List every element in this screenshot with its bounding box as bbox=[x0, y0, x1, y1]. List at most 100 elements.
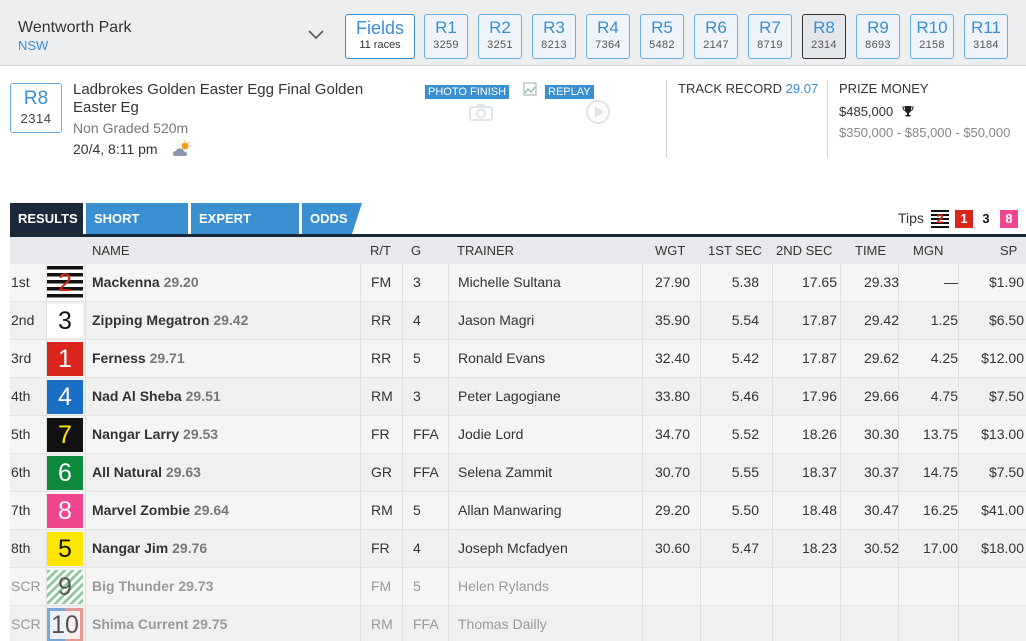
col-trainer[interactable]: TRAINER bbox=[457, 243, 514, 258]
table-row[interactable]: 4th 4 Nad Al Sheba 29.51 RM 3 Peter Lagogiane… bbox=[10, 378, 1026, 416]
runner-name[interactable]: Nangar Jim 29.76 bbox=[92, 540, 207, 556]
tab-odds[interactable]: ODDS bbox=[302, 203, 352, 234]
runner-name[interactable]: Big Thunder 29.73 bbox=[92, 578, 213, 594]
dog-name[interactable]: All Natural bbox=[92, 464, 162, 480]
runner-name[interactable]: Mackenna 29.20 bbox=[92, 274, 199, 290]
tab-results[interactable]: RESULTS bbox=[10, 203, 83, 234]
runner-name[interactable]: All Natural 29.63 bbox=[92, 464, 201, 480]
runner-weight: 27.90 bbox=[654, 274, 690, 290]
runner-name[interactable]: Nangar Larry 29.53 bbox=[92, 426, 218, 442]
runner-rt: FM bbox=[371, 274, 392, 290]
runner-trainer: Jason Magri bbox=[458, 312, 535, 328]
race-button-r3[interactable]: R3 8213 bbox=[532, 14, 576, 59]
tab-short-form[interactable]: SHORT FORM bbox=[86, 203, 188, 257]
col-rt[interactable]: R/T bbox=[370, 243, 391, 258]
table-row[interactable]: 7th 8 Marvel Zombie 29.64 RM 5 Allan Manwarin… bbox=[10, 492, 1026, 530]
table-row[interactable]: 1st 2 Mackenna 29.20 FM 3 Michelle Sultana 27.… bbox=[10, 264, 1026, 302]
col-name[interactable]: NAME bbox=[92, 243, 130, 258]
table-row[interactable]: SCR 9 Big Thunder 29.73 FM 5 Helen Rylands bbox=[10, 568, 1026, 606]
runner-trainer: Selena Zammit bbox=[458, 464, 553, 480]
dog-name[interactable]: Nangar Jim bbox=[92, 540, 168, 556]
runner-second-sec: 17.65 bbox=[801, 274, 837, 290]
race-button-r10[interactable]: R10 2158 bbox=[910, 14, 954, 59]
race-button-r2[interactable]: R2 3251 bbox=[478, 14, 522, 59]
runner-place: 1st bbox=[11, 274, 30, 290]
venue-selector[interactable]: Wentworth Park NSW bbox=[10, 10, 332, 58]
photo-finish-button[interactable]: PHOTO FINISH bbox=[425, 85, 510, 99]
column-divider bbox=[85, 530, 86, 568]
dog-name[interactable]: Nad Al Sheba bbox=[92, 388, 182, 404]
race-button-r1[interactable]: R1 3259 bbox=[424, 14, 468, 59]
play-icon[interactable] bbox=[585, 99, 611, 128]
runner-grade: 5 bbox=[413, 350, 421, 366]
runner-time: 30.30 bbox=[863, 426, 899, 442]
runner-second-sec: 18.48 bbox=[801, 502, 837, 518]
column-divider bbox=[958, 264, 959, 302]
col-wgt[interactable]: WGT bbox=[655, 243, 685, 258]
dog-name[interactable]: Big Thunder bbox=[92, 578, 174, 594]
table-row[interactable]: 2nd 3 Zipping Megatron 29.42 RR 4 Jason Magri… bbox=[10, 302, 1026, 340]
dog-name[interactable]: Shima Current bbox=[92, 616, 188, 632]
runner-name[interactable]: Zipping Megatron 29.42 bbox=[92, 312, 248, 328]
replay-button[interactable]: REPLAY bbox=[545, 85, 594, 99]
runner-name[interactable]: Marvel Zombie 29.64 bbox=[92, 502, 229, 518]
chevron-down-icon[interactable] bbox=[306, 24, 326, 44]
col-time[interactable]: TIME bbox=[855, 243, 886, 258]
runner-weight: 33.80 bbox=[654, 388, 690, 404]
prize-money-split: $350,000 - $85,000 - $50,000 bbox=[839, 125, 1011, 140]
runner-second-sec: 18.23 bbox=[801, 540, 837, 556]
dog-name[interactable]: Ferness bbox=[92, 350, 146, 366]
race-button-r11[interactable]: R11 3184 bbox=[964, 14, 1008, 59]
race-button-r5[interactable]: R5 5482 bbox=[640, 14, 684, 59]
column-divider bbox=[642, 416, 643, 454]
runner-name[interactable]: Nad Al Sheba 29.51 bbox=[92, 388, 221, 404]
runner-rt: FR bbox=[371, 426, 390, 442]
runner-grade: FFA bbox=[413, 426, 439, 442]
column-divider bbox=[402, 568, 403, 606]
column-divider bbox=[85, 606, 86, 641]
column-divider bbox=[642, 454, 643, 492]
column-divider bbox=[958, 492, 959, 530]
col-sp[interactable]: SP bbox=[1000, 243, 1017, 258]
col-1st-sec[interactable]: 1ST SEC bbox=[708, 243, 762, 258]
column-divider bbox=[402, 454, 403, 492]
race-number-badge: R8 2314 bbox=[10, 83, 62, 133]
column-divider bbox=[642, 302, 643, 340]
runner-name[interactable]: Shima Current 29.75 bbox=[92, 616, 227, 632]
race-button-r7[interactable]: R7 8719 bbox=[748, 14, 792, 59]
column-divider bbox=[772, 340, 773, 378]
runner-grade: 4 bbox=[413, 540, 421, 556]
table-row[interactable]: 6th 6 All Natural 29.63 GR FFA Selena Zammit 3… bbox=[10, 454, 1026, 492]
column-divider bbox=[772, 530, 773, 568]
runner-first-sec: 5.42 bbox=[731, 350, 759, 366]
dog-name[interactable]: Mackenna bbox=[92, 274, 160, 290]
camera-icon[interactable] bbox=[468, 102, 494, 125]
col-mgn[interactable]: MGN bbox=[913, 243, 943, 258]
table-row[interactable]: 8th 5 Nangar Jim 29.76 FR 4 Joseph Mcfadyen 30… bbox=[10, 530, 1026, 568]
rug-box-10: 10 bbox=[47, 608, 83, 641]
col-g[interactable]: G bbox=[411, 243, 421, 258]
race-button-r6[interactable]: R6 2147 bbox=[694, 14, 738, 59]
dog-name[interactable]: Zipping Megatron bbox=[92, 312, 209, 328]
race-button-r9[interactable]: R9 8693 bbox=[856, 14, 900, 59]
column-divider bbox=[402, 340, 403, 378]
dog-name[interactable]: Marvel Zombie bbox=[92, 502, 190, 518]
column-divider bbox=[642, 492, 643, 530]
runner-trainer: Ronald Evans bbox=[458, 350, 546, 366]
col-2nd-sec[interactable]: 2ND SEC bbox=[776, 243, 832, 258]
race-button-r8[interactable]: R8 2314 bbox=[802, 14, 846, 59]
fields-button[interactable]: Fields 11 races bbox=[345, 14, 415, 59]
column-divider bbox=[360, 264, 361, 302]
table-row[interactable]: 3rd 1 Ferness 29.71 RR 5 Ronald Evans 32.40 5.4… bbox=[10, 340, 1026, 378]
tip-rug-2: 2 bbox=[931, 210, 949, 228]
runner-name[interactable]: Ferness 29.71 bbox=[92, 350, 185, 366]
table-row[interactable]: SCR 10 Shima Current 29.75 RM FFA Thomas Dail… bbox=[10, 606, 1026, 641]
race-code: 7364 bbox=[595, 39, 621, 51]
column-divider bbox=[448, 606, 449, 641]
column-divider bbox=[840, 264, 841, 302]
dog-name[interactable]: Nangar Larry bbox=[92, 426, 179, 442]
race-button-r4[interactable]: R4 7364 bbox=[586, 14, 630, 59]
tab-expert-form[interactable]: EXPERT FORM bbox=[191, 203, 299, 257]
table-row[interactable]: 5th 7 Nangar Larry 29.53 FR FFA Jodie Lord 34.… bbox=[10, 416, 1026, 454]
race-title: Ladbrokes Golden Easter Egg Final Golden… bbox=[73, 81, 364, 116]
